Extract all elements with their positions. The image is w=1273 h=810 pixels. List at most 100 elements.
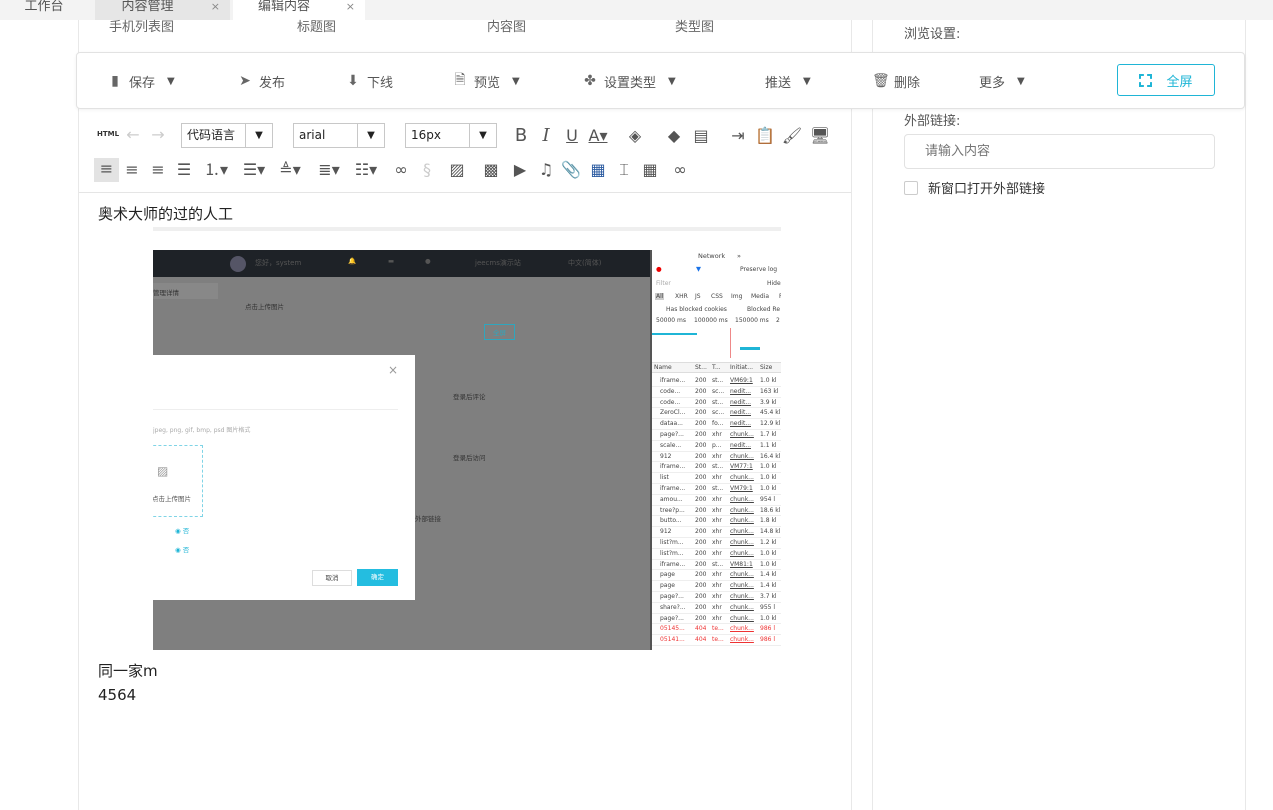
music-icon[interactable]: ♫ <box>535 159 557 181</box>
external-link-label: 外部链接: <box>904 114 961 129</box>
tab-workbench[interactable]: 工作台 <box>14 0 74 20</box>
new-window-option[interactable]: 新窗口打开外部链接 <box>904 178 1045 197</box>
cell: 200 <box>695 387 707 395</box>
paste-text-icon[interactable]: 📋 <box>754 125 776 147</box>
delete-button[interactable]: 🗑 删除 <box>872 72 920 91</box>
cell: 200 <box>695 485 707 492</box>
preview-file-icon: 🗎 <box>454 72 466 88</box>
send-icon: ➤ <box>239 73 251 89</box>
align-right-icon[interactable]: ≡ <box>121 159 143 181</box>
video-icon[interactable]: ▶ <box>509 159 531 181</box>
publish-button[interactable]: ➤ 发布 <box>237 72 286 91</box>
tab-label: 编辑内容 <box>257 0 310 14</box>
push-button[interactable]: 推送 ▼ <box>765 72 811 91</box>
multi-image-upload-icon[interactable]: ▩ <box>480 159 502 181</box>
push-label: 推送 <box>765 75 792 91</box>
search-replace-binoculars-icon[interactable]: ∞ <box>669 159 691 181</box>
new-window-checkbox[interactable] <box>904 180 918 195</box>
cell: list?m... <box>660 539 684 546</box>
bold-icon[interactable]: B <box>510 125 532 147</box>
align-left-icon[interactable]: ≡ <box>94 158 119 182</box>
cell: scale... <box>660 441 682 449</box>
paragraph-spacing-icon[interactable]: ≣▾ <box>315 159 343 181</box>
font-size-select[interactable]: 16px ▼ <box>405 123 497 148</box>
code-language-select[interactable]: 代码语言 ▼ <box>181 123 273 148</box>
format-brush-icon[interactable]: 🖌 <box>781 125 803 147</box>
cell: 3.9 kl <box>760 398 777 406</box>
cell: iframe... <box>660 463 686 471</box>
network-request-row: 05141... 404 te... chunk... 986 l <box>652 635 781 646</box>
align-justify-icon[interactable]: ☰ <box>173 159 195 181</box>
more-button[interactable]: 更多 ▼ <box>979 72 1025 91</box>
indent-list-icon[interactable]: ☷▾ <box>352 159 380 181</box>
close-icon[interactable]: × <box>346 0 355 14</box>
login-comment: 登录后评论 <box>453 393 486 401</box>
network-request-row: iframe... 200 st... VM77:1 1.0 kl <box>652 462 781 474</box>
ordered-list-icon[interactable]: ⒈▾ <box>202 159 230 181</box>
cell: te... <box>712 625 724 633</box>
cell: chunk... <box>730 452 754 460</box>
indent-icon[interactable]: ⇥ <box>727 125 749 147</box>
external-link-input[interactable] <box>904 134 1215 169</box>
cell: xhr <box>712 614 722 622</box>
external-link: 外部链接 <box>415 515 441 523</box>
cell: 16.4 kl <box>760 452 781 460</box>
word-image-icon[interactable]: ▦ <box>587 159 609 181</box>
cell: 45.4 kl <box>760 409 781 417</box>
cell: xhr <box>712 474 722 482</box>
undo-icon[interactable]: ← <box>122 124 144 146</box>
background-color-icon[interactable]: ◈ <box>624 125 646 147</box>
font-family-select[interactable]: arial ▼ <box>293 123 385 148</box>
line-height-icon[interactable]: ≜▾ <box>276 159 304 181</box>
italic-icon[interactable]: I <box>535 125 557 147</box>
table-icon[interactable]: ▦ <box>639 159 661 181</box>
content-text[interactable]: 奥术大师的过的人工 <box>98 203 233 224</box>
cell: page?... <box>660 614 684 622</box>
tab-bar: 工作台 内容管理 × 编辑内容 × <box>0 0 1273 20</box>
radio-option: ◉ 否 <box>175 546 190 554</box>
set-type-button[interactable]: ✤ 设置类型 ▼ <box>582 72 676 91</box>
blocked-requests: Blocked Re <box>747 306 781 313</box>
html-source-button[interactable]: HTML <box>97 130 119 138</box>
cell: xhr <box>712 452 722 460</box>
cell: 1.7 kl <box>760 431 777 438</box>
template-icon[interactable]: ▤ <box>690 125 712 147</box>
underline-icon[interactable]: U <box>561 125 583 147</box>
close-icon[interactable]: × <box>211 0 220 14</box>
timeline-tick: 2 <box>776 317 780 324</box>
content-text[interactable]: 同一家m <box>98 660 158 681</box>
publish-label: 发布 <box>259 75 286 91</box>
cell: 200 <box>695 441 707 449</box>
redo-icon[interactable]: → <box>147 124 169 146</box>
format-hint: jpeg, png, gif, bmp, psd 图片格式 <box>153 427 251 434</box>
cell: 1.0 kl <box>760 474 777 482</box>
monitor-icon: ▬ <box>388 257 395 265</box>
network-request-row: code... 200 sc... nedit... 163 kl <box>652 386 781 398</box>
fullscreen-button[interactable]: 全屏 <box>1117 64 1215 96</box>
unlink-icon[interactable]: § <box>416 159 438 181</box>
offline-button[interactable]: ⬇ 下线 <box>345 72 393 91</box>
record-icon: ● <box>656 265 662 273</box>
request-type-filter: All <box>655 293 665 300</box>
page-break-icon[interactable]: ⌶ <box>613 159 635 181</box>
request-type-filter: XHR <box>675 293 688 300</box>
devtools-more: » <box>737 252 741 260</box>
embedded-screenshot-image[interactable]: 您好，system 🔔 ▬ ● jeecms演示站 中文(简体) 管理详情 点击… <box>153 227 781 650</box>
close-icon: × <box>388 363 399 377</box>
save-button[interactable]: ▮ 保存 ▼ <box>107 72 175 91</box>
arrow-down-icon: ⬇ <box>347 73 359 89</box>
link-icon[interactable]: ∞ <box>390 159 412 181</box>
image-icon[interactable]: ▨ <box>446 159 468 181</box>
unordered-list-icon[interactable]: ☰▾ <box>240 159 268 181</box>
attachment-icon[interactable]: 📎 <box>560 159 582 181</box>
cell: xhr <box>712 593 722 600</box>
align-center-icon[interactable]: ≡ <box>147 159 169 181</box>
preview-monitor-icon[interactable]: 🖥 <box>809 125 831 147</box>
network-request-row: 05145... 404 te... chunk... 986 l <box>652 624 781 636</box>
preview-button[interactable]: 🗎 预览 ▼ <box>452 72 519 91</box>
column-header: Name <box>654 364 672 371</box>
content-text[interactable]: 4564 <box>98 686 136 704</box>
font-color-icon[interactable]: A▾ <box>587 125 609 147</box>
cell: chunk... <box>730 495 754 503</box>
eraser-icon[interactable]: ◆ <box>663 125 685 147</box>
